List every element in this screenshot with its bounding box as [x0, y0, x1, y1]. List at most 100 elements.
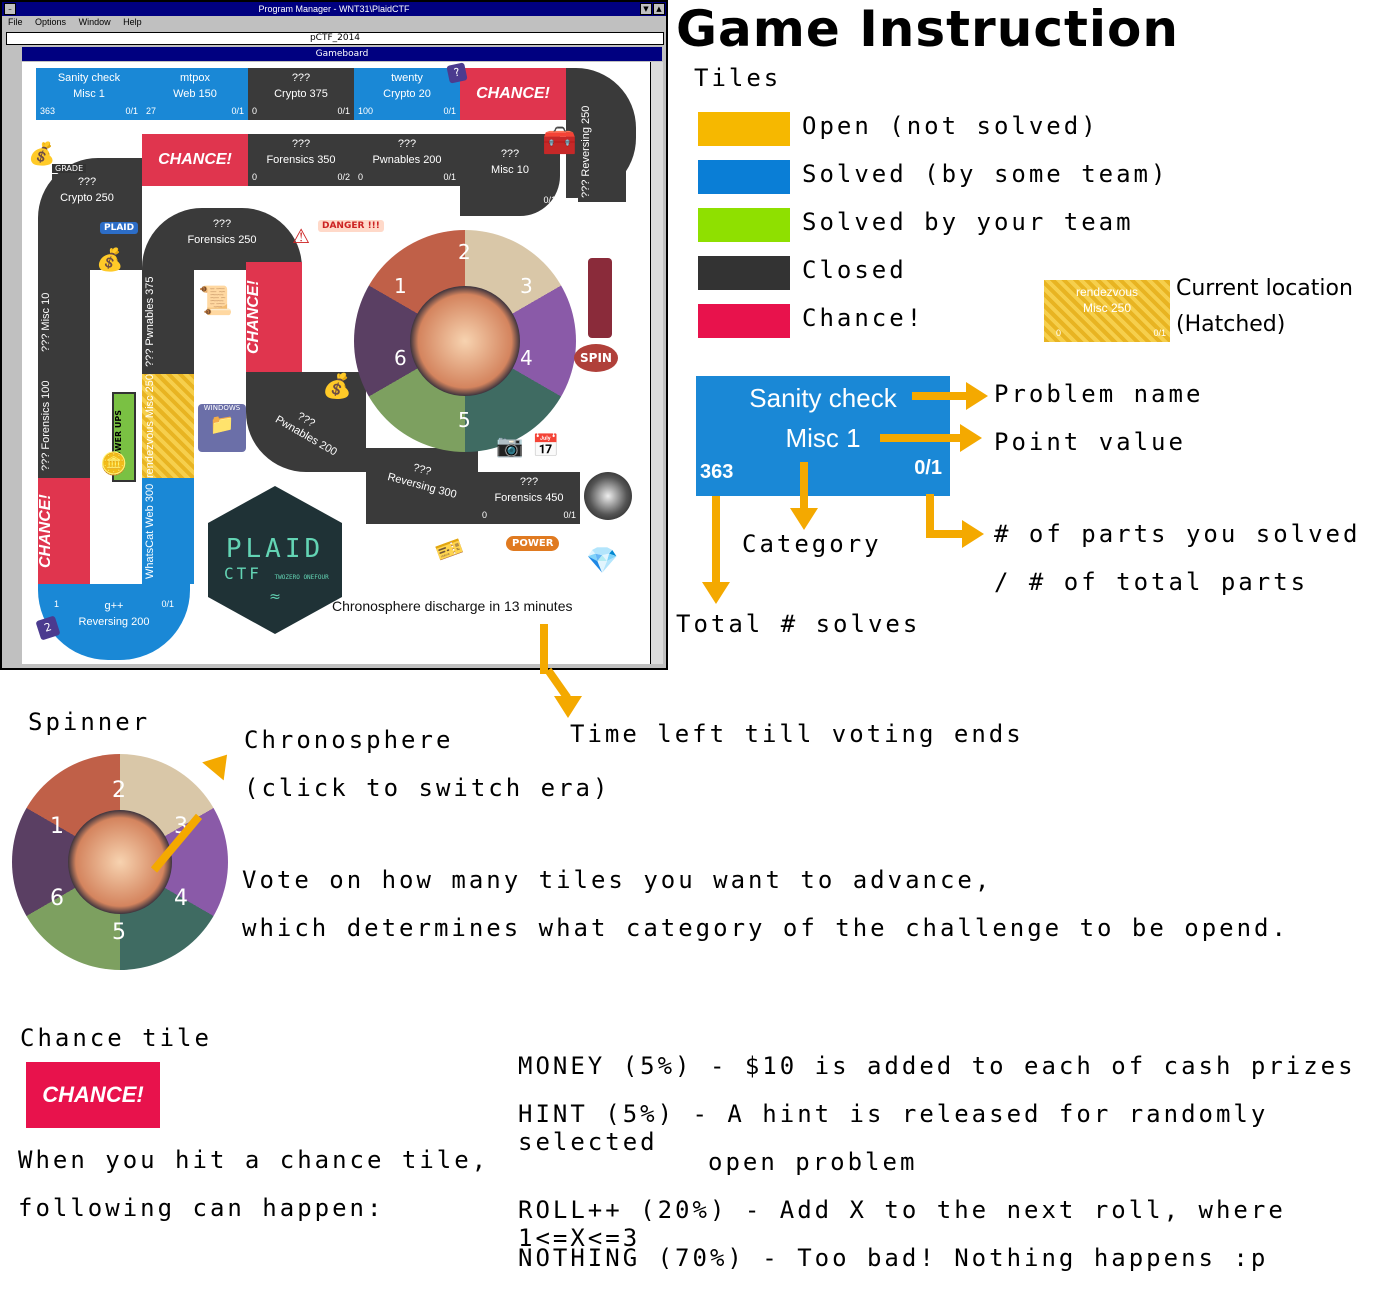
program-manager-window: Program Manager - WNT31\PlaidCTF – ▼ ▲ F…	[0, 0, 668, 670]
tile-parts: 0/1	[125, 106, 138, 116]
plaid-sticker: PLAID	[100, 222, 139, 234]
tile-name: ???	[519, 476, 539, 488]
legend-swatch-closed	[698, 256, 790, 290]
annotation-point-value: Point value	[994, 428, 1186, 456]
menu-window[interactable]: Window	[79, 17, 111, 27]
tile-chance-inner[interactable]: CHANCE!	[245, 262, 302, 372]
logo-line1: PLAID	[225, 534, 325, 564]
legend-swatch-chance	[698, 304, 790, 338]
lever-body	[588, 258, 612, 338]
tile-name: ???	[40, 333, 52, 352]
tile-reversing-300[interactable]: ??? Reversing 300	[366, 448, 478, 524]
danger-sticker: DANGER !!!	[318, 220, 384, 232]
tile-gpp[interactable]: g++ Reversing 200 1 0/1	[38, 584, 190, 660]
orb-icon	[584, 472, 632, 520]
legend-swatch-yours	[698, 208, 790, 242]
legend-swatch-open	[698, 112, 790, 146]
tile-category: Misc 10	[40, 292, 52, 331]
maximize-button[interactable]: ▲	[653, 3, 665, 15]
spinner-example: 2 3 4 5 6 1	[12, 754, 228, 970]
tile-solves: 0	[252, 172, 258, 182]
minimize-button[interactable]: ▼	[640, 3, 652, 15]
tile-solves: 363	[40, 106, 56, 116]
legend-label-closed: Closed	[802, 256, 907, 284]
annotation-time-left: Time left till voting ends	[570, 720, 1024, 748]
arrow-point-value	[880, 434, 964, 442]
spinner-wheel[interactable]: 2 3 4 5 6 1	[354, 230, 576, 452]
tile-twenty[interactable]: twenty Crypto 20 100 0/1	[354, 68, 460, 120]
chance-item-hint: HINT (5%) - A hint is released for rando…	[518, 1100, 1269, 1156]
spin-5: 5	[112, 920, 126, 945]
spin-1[interactable]: 1	[394, 274, 407, 298]
vote-text-2: which determines what category of the ch…	[242, 914, 1289, 942]
money-bag-icon: 💰	[96, 248, 124, 273]
tile-chance-2[interactable]: CHANCE!	[142, 134, 248, 186]
system-menu-button[interactable]: –	[4, 3, 16, 15]
tile-sanity-check[interactable]: Sanity check Misc 1 363 0/1	[36, 68, 142, 120]
tile-pwnables-375[interactable]: ??? Pwnables 375	[142, 270, 194, 374]
ticket-icon: 🎫	[432, 534, 467, 567]
tile-crypto-375[interactable]: ??? Crypto 375 0 0/1	[248, 68, 354, 120]
example-tile-solves: 363	[700, 461, 734, 483]
chance-desc-2: following can happen:	[18, 1194, 385, 1222]
tile-reversing-250[interactable]: ??? Reversing 250	[578, 102, 626, 202]
spin-lever[interactable]: SPIN	[574, 258, 620, 372]
tile-category: Reversing 250	[580, 105, 592, 177]
menu-help[interactable]: Help	[123, 17, 142, 27]
spin-3[interactable]: 3	[520, 274, 533, 298]
chance-heading: Chance tile	[20, 1024, 212, 1052]
logo-line2-row: CTF TWOZERO ONEFOUR	[208, 564, 342, 583]
question-badge: ?	[446, 62, 468, 84]
spin-4[interactable]: 4	[520, 346, 533, 370]
chance-label: CHANCE!	[142, 134, 248, 186]
tile-category: Web 300	[144, 483, 156, 528]
tile-forensics-100[interactable]: ??? Forensics 100	[38, 374, 90, 478]
waves-icon: ≈	[269, 589, 281, 605]
tile-name: WhatsCat	[144, 530, 156, 579]
spin-2[interactable]: 2	[458, 240, 471, 264]
example-tile-parts: 0/1	[914, 457, 942, 479]
tile-whatscat[interactable]: WhatsCat Web 300	[142, 478, 194, 584]
tile-name: ???	[291, 72, 311, 84]
tile-pwnables-200[interactable]: ??? Pwnables 200 0 0/1	[354, 134, 460, 186]
window-title: Program Manager - WNT31\PlaidCTF	[258, 4, 410, 14]
menu-file[interactable]: File	[8, 17, 23, 27]
tile-parts: 0/1	[231, 106, 244, 116]
arrowhead	[554, 696, 582, 718]
spin-1: 1	[50, 814, 64, 839]
tile-chance[interactable]: CHANCE!	[460, 68, 566, 120]
tile-mtpox[interactable]: mtpox Web 150 27 0/1	[142, 68, 248, 120]
arrow-parts-h	[926, 530, 966, 538]
menu-options[interactable]: Options	[35, 17, 66, 27]
tile-name: Sanity check	[57, 72, 121, 84]
tile-parts: 0/1	[563, 510, 576, 520]
tile-rendezvous[interactable]: rendezvous Misc 250	[142, 374, 194, 478]
chance-desc-1: When you hit a chance tile,	[18, 1146, 490, 1174]
tile-name: ???	[397, 138, 417, 150]
camera-icon: 📷	[496, 434, 524, 459]
annotation-parts-1: # of parts you solved	[994, 520, 1361, 548]
spin-2: 2	[112, 778, 126, 803]
chance-item-nothing: NOTHING (70%) - Too bad! Nothing happens…	[518, 1244, 1269, 1272]
legend-swatch-solved	[698, 160, 790, 194]
vertical-scrollbar[interactable]	[650, 62, 663, 664]
spin-5[interactable]: 5	[458, 408, 471, 432]
tile-forensics-250[interactable]: ??? Forensics 250	[142, 208, 302, 270]
arrowhead	[790, 508, 818, 530]
tile-forensics-350[interactable]: ??? Forensics 350 0 0/2	[248, 134, 354, 186]
tile-parts: 0/1	[443, 106, 456, 116]
tile-parts: 0/1	[161, 599, 174, 609]
tile-name: mtpox	[180, 72, 210, 84]
grade-sticker: GRADE	[52, 164, 87, 173]
arrow-parts	[926, 494, 934, 534]
tile-chance-left[interactable]: CHANCE!	[37, 478, 90, 584]
tile-misc-10-left[interactable]: ??? Misc 10	[38, 270, 90, 374]
chance-item-money: MONEY (5%) - $10 is added to each of cas…	[518, 1052, 1356, 1080]
subwindow-title-bar: pCTF_2014	[6, 32, 664, 45]
chronosphere-button[interactable]	[410, 286, 520, 396]
tile-category: Misc 10	[491, 164, 529, 176]
spin-6[interactable]: 6	[394, 346, 407, 370]
tile-name: ???	[291, 138, 311, 150]
tile-forensics-450[interactable]: ??? Forensics 450 0 0/1	[478, 472, 580, 524]
tile-solves: 0	[482, 510, 488, 520]
